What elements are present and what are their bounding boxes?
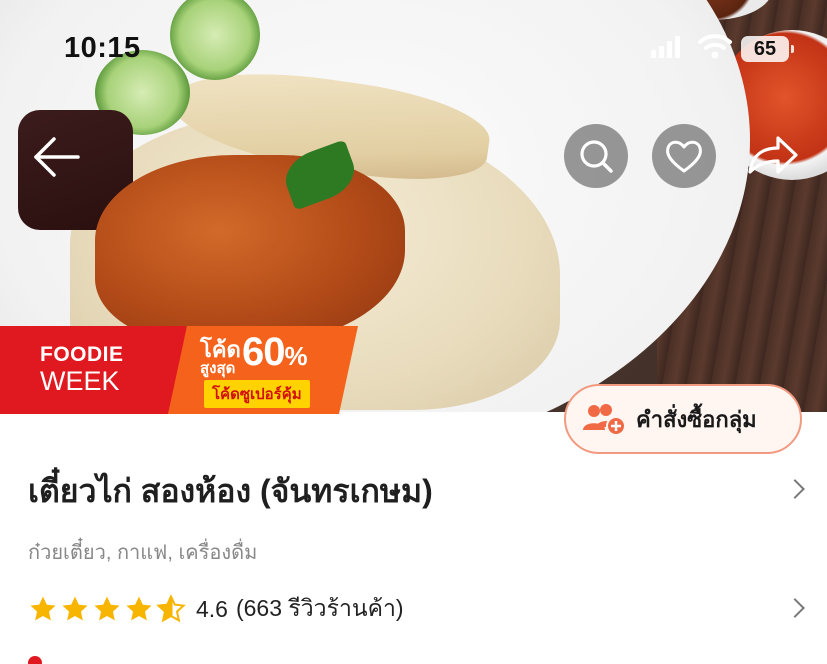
wifi-icon xyxy=(698,34,732,59)
up-to-label: สูงสุด xyxy=(200,360,236,377)
back-button[interactable] xyxy=(30,135,82,179)
shop-categories: ก๋วยเตี๋ยว, กาแฟ, เครื่องดื่ม xyxy=(28,542,258,564)
promo-line2: WEEK xyxy=(40,366,120,396)
fried-chicken xyxy=(95,155,405,345)
chevron-right-icon xyxy=(785,598,805,618)
rating-row[interactable]: 4.6 (663 รีวิวร้านค้า) xyxy=(28,588,808,630)
status-bar: 10:15 65 xyxy=(0,0,827,96)
shop-title-row[interactable]: เตี๋ยวไก่ สองห้อง (จันทรเกษม) xyxy=(28,466,808,516)
heart-icon xyxy=(666,140,702,173)
promo-line1: FOODIE xyxy=(40,343,124,366)
star-half-icon xyxy=(156,594,186,623)
group-order-label: คำสั่งซื้อกลุ่ม xyxy=(636,406,757,432)
foodie-week-banner[interactable]: FOODIE WEEK โค้ด สูงสุด 60% โค้ดซูเปอร์ค… xyxy=(0,326,360,414)
review-count: (663 รีวิวร้านค้า) xyxy=(235,595,404,621)
star-icon xyxy=(126,596,152,621)
shop-name: เตี๋ยวไก่ สองห้อง (จันทรเกษม) xyxy=(28,473,433,509)
status-time: 10:15 xyxy=(64,32,141,64)
star-icon xyxy=(94,596,120,621)
rating-stars xyxy=(28,594,186,624)
group-order-button[interactable]: คำสั่งซื้อกลุ่ม xyxy=(564,384,802,454)
discount-percent: 60% xyxy=(242,330,308,374)
foodie-week-label: FOODIE WEEK xyxy=(0,326,186,414)
cellular-signal-icon xyxy=(651,36,680,58)
discount-badge: โค้ด สูงสุด 60% โค้ดซูเปอร์คุ้ม xyxy=(168,326,358,414)
arrow-left-icon xyxy=(34,137,80,177)
next-section-icon xyxy=(28,656,42,664)
star-icon xyxy=(30,596,56,621)
share-button[interactable] xyxy=(744,128,800,184)
search-icon xyxy=(580,140,613,173)
rating-value: 4.6 xyxy=(196,595,228,622)
super-code-tag: โค้ดซูเปอร์คุ้ม xyxy=(204,380,310,408)
search-button[interactable] xyxy=(564,124,628,188)
group-add-icon xyxy=(583,404,626,436)
favorite-button[interactable] xyxy=(652,124,716,188)
share-icon xyxy=(748,136,798,174)
star-icon xyxy=(62,596,88,621)
battery-indicator: 65 xyxy=(741,36,794,62)
